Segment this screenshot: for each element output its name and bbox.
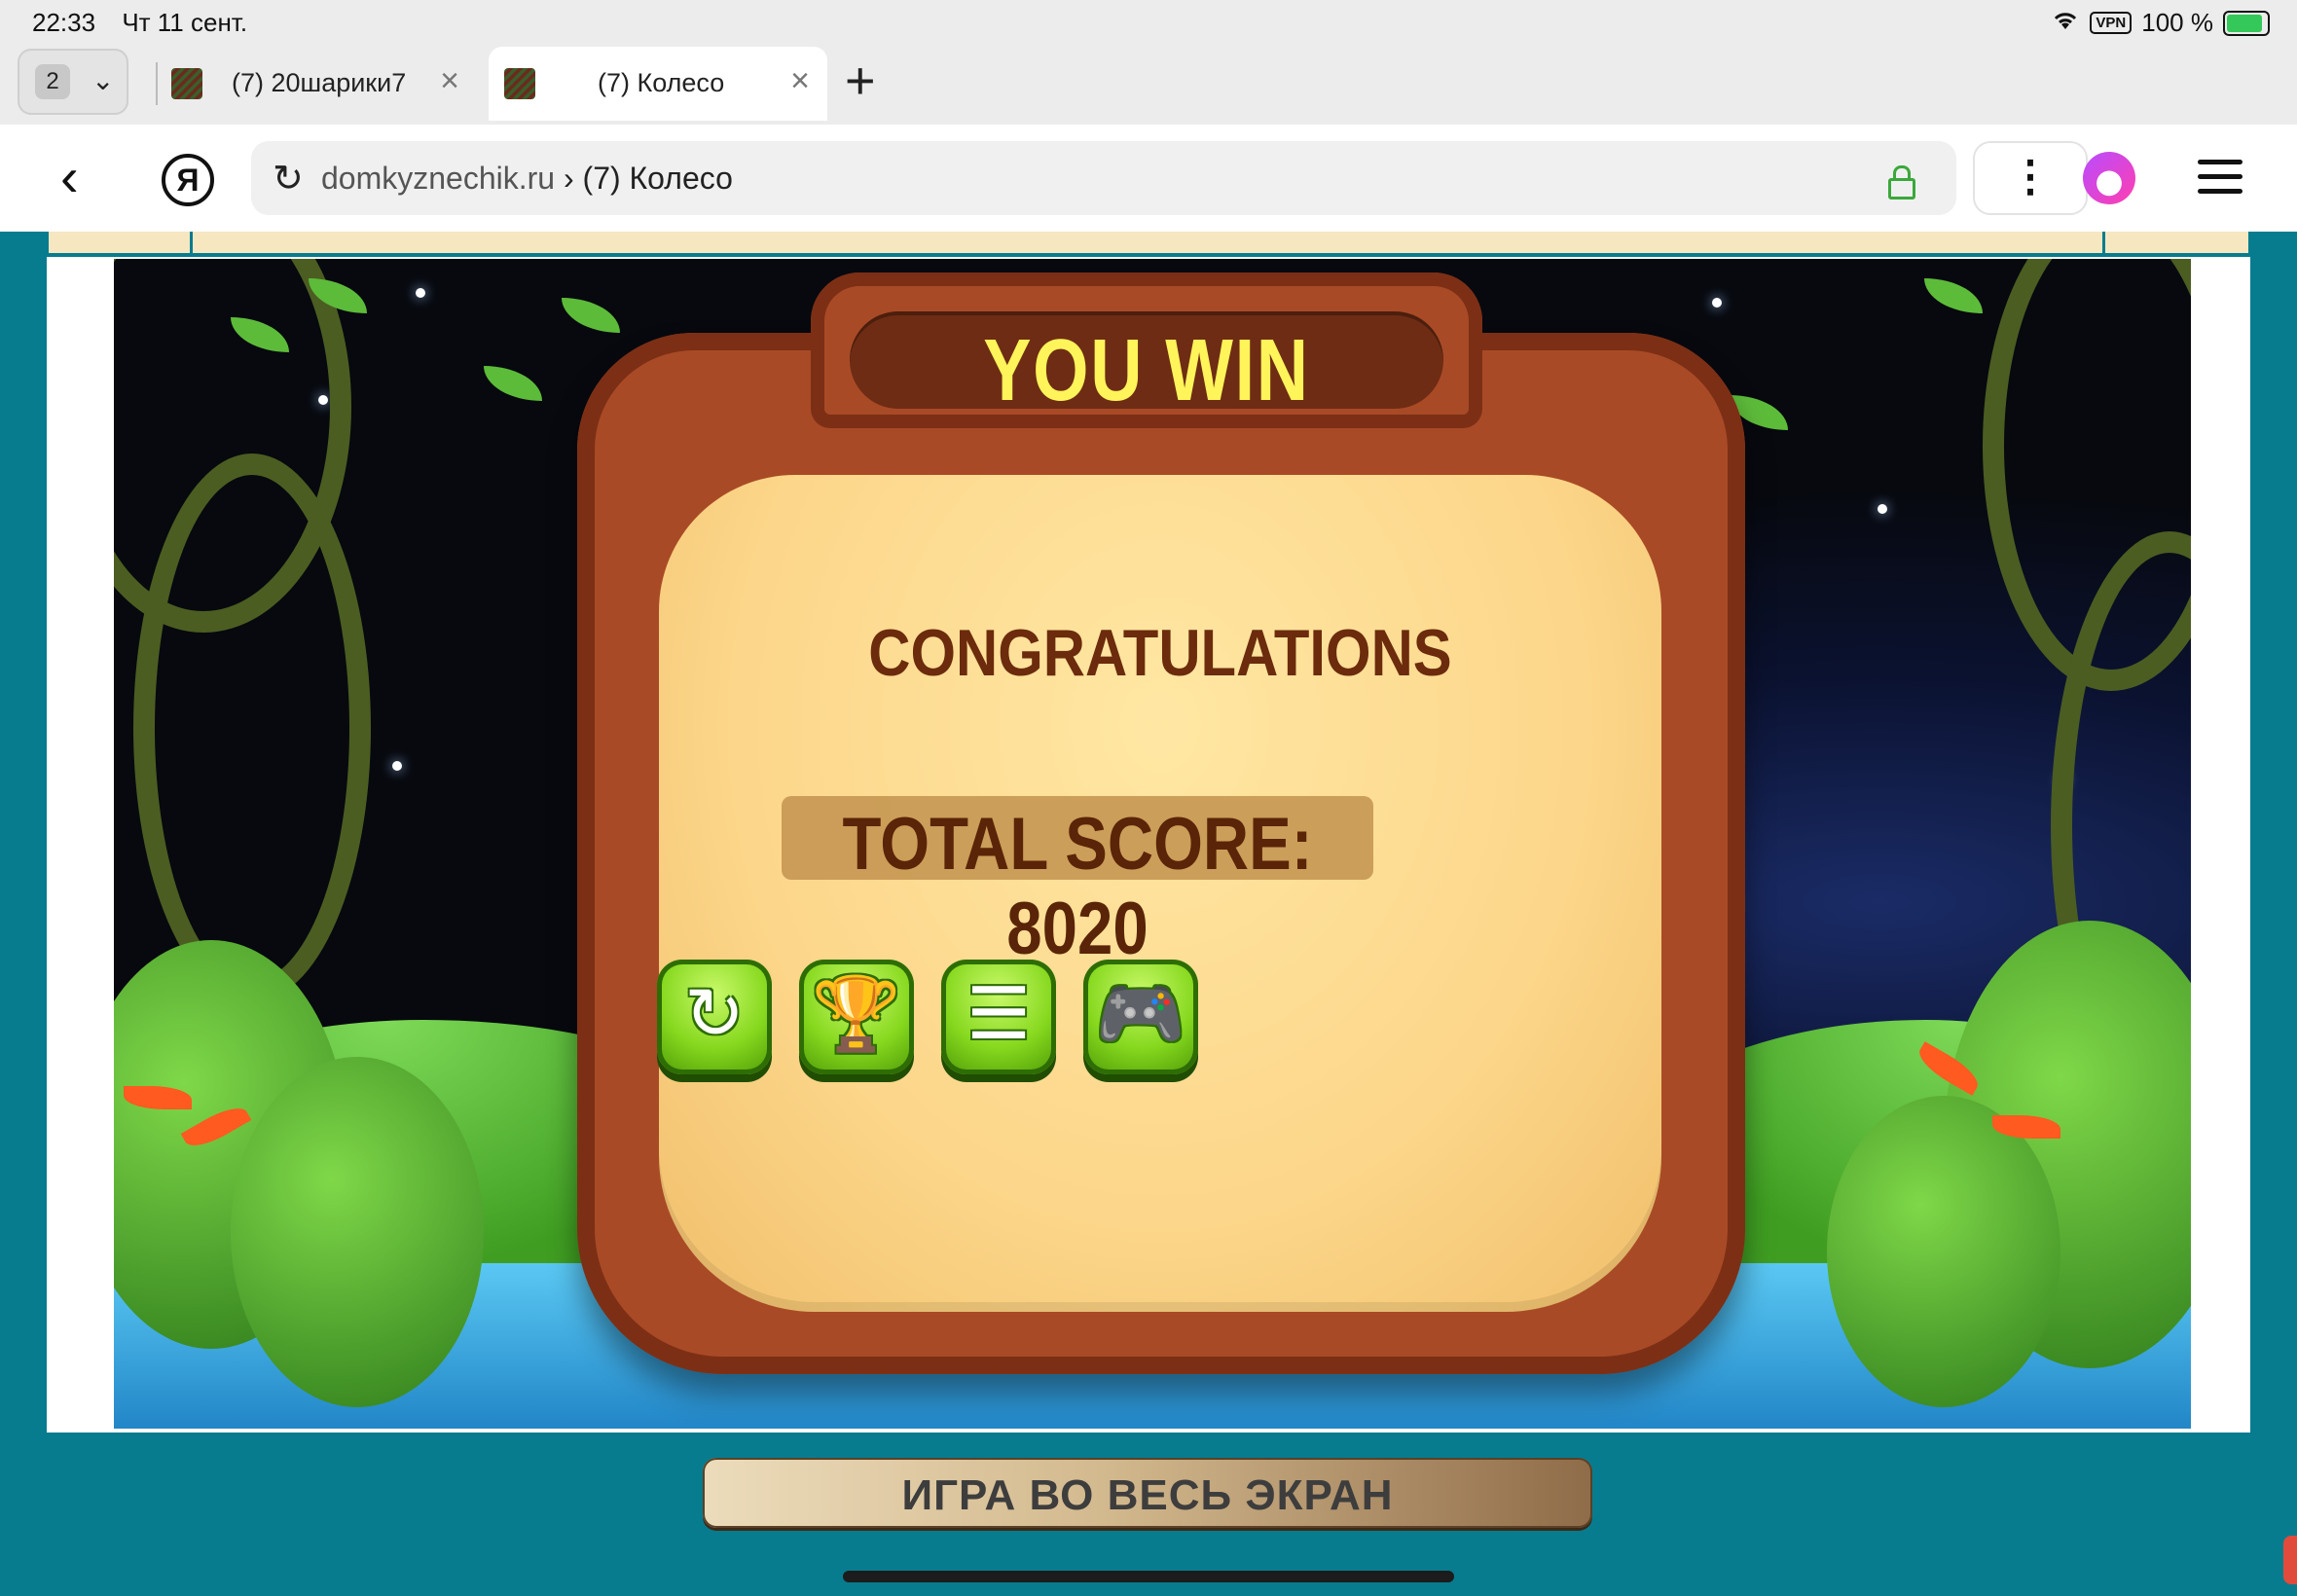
game-canvas[interactable]: YOU WIN CONGRATULATIONS TOTAL SCORE: 802… <box>114 259 2191 1429</box>
address-text: domkyznechik.ru › (7) Колесо <box>321 161 733 197</box>
navigation-bar: ‹ Я ↻ domkyznechik.ru › (7) Колесо ⋮ <box>0 125 2297 232</box>
yandex-logo-icon[interactable]: Я <box>162 154 214 206</box>
back-button[interactable]: ‹ <box>60 150 79 204</box>
win-title: YOU WIN <box>983 322 1310 419</box>
dialog-body: CONGRATULATIONS TOTAL SCORE: 8020 ↻ 🏆 ☰ … <box>657 475 1661 1312</box>
page-top-strip <box>49 232 2248 253</box>
restart-button[interactable]: ↻ <box>657 960 772 1074</box>
favicon-icon <box>171 68 202 99</box>
date: Чт 11 сент. <box>122 8 248 37</box>
battery-percent: 100 % <box>2141 8 2213 37</box>
lock-icon[interactable] <box>1888 165 1915 200</box>
restart-icon: ↻ <box>683 973 745 1054</box>
leaf-decoration <box>562 298 620 333</box>
new-tab-button[interactable]: + <box>845 54 876 107</box>
reload-icon[interactable]: ↻ <box>273 157 304 200</box>
tab-switcher-button[interactable]: 2 ⌄ <box>18 49 128 115</box>
star-decoration <box>416 288 425 298</box>
win-banner: YOU WIN <box>811 272 1482 428</box>
plant-decoration <box>1827 1096 2060 1407</box>
wifi-icon <box>2051 8 2080 38</box>
address-page-title: (7) Колесо <box>582 161 733 196</box>
total-score: TOTAL SCORE: 8020 <box>842 803 1313 970</box>
list-icon: ☰ <box>966 973 1032 1054</box>
tab-title: (7) 20шарики7 <box>232 68 407 97</box>
plant-decoration <box>231 1057 484 1407</box>
star-decoration <box>1878 504 1887 514</box>
fullscreen-button-label: ИГРА ВО ВЕСЬ ЭКРАН <box>901 1471 1394 1519</box>
tab-inactive[interactable]: (7) 20шарики7 × <box>156 47 477 121</box>
battery-icon <box>2223 10 2270 36</box>
level-list-button[interactable]: ☰ <box>941 960 1056 1074</box>
star-decoration <box>1712 298 1722 308</box>
vine-decoration <box>133 453 371 1002</box>
leaderboard-button[interactable]: 🏆 <box>799 960 914 1074</box>
address-separator: › <box>563 161 574 196</box>
congratulations-heading: CONGRATULATIONS <box>868 616 1452 690</box>
more-options-button[interactable]: ⋮ <box>1973 141 2088 215</box>
trophy-icon: 🏆 <box>811 973 902 1054</box>
status-bar: 22:33 Чт 11 сент. VPN 100 % <box>0 0 2297 45</box>
address-bar[interactable]: ↻ domkyznechik.ru › (7) Колесо <box>251 141 1956 215</box>
star-decoration <box>392 761 402 771</box>
leaf-decoration <box>484 366 542 401</box>
leaf-decoration <box>1924 278 1983 313</box>
fullscreen-button[interactable]: ИГРА ВО ВЕСЬ ЭКРАН <box>703 1458 1592 1528</box>
floating-widget-tab[interactable] <box>2283 1536 2297 1584</box>
tab-active[interactable]: (7) Колесо × <box>489 47 827 121</box>
tab-title: (7) Колесо <box>598 68 725 97</box>
chevron-down-icon: ⌄ <box>91 65 115 95</box>
alice-assistant-icon[interactable] <box>2083 152 2135 204</box>
favicon-icon <box>504 68 535 99</box>
clock: 22:33 <box>32 8 96 37</box>
more-games-button[interactable]: 🎮 <box>1083 960 1198 1074</box>
vpn-badge: VPN <box>2090 12 2133 34</box>
close-icon[interactable]: × <box>790 62 810 100</box>
gamepad-icon: 🎮 <box>1095 973 1186 1054</box>
address-host: domkyznechik.ru <box>321 161 556 196</box>
hamburger-menu-icon[interactable] <box>2198 160 2242 203</box>
tab-count: 2 <box>35 64 70 99</box>
home-indicator[interactable] <box>843 1571 1454 1582</box>
close-icon[interactable]: × <box>440 62 459 100</box>
tab-strip: 2 ⌄ (7) 20шарики7 × (7) Колесо × + <box>0 45 2297 125</box>
